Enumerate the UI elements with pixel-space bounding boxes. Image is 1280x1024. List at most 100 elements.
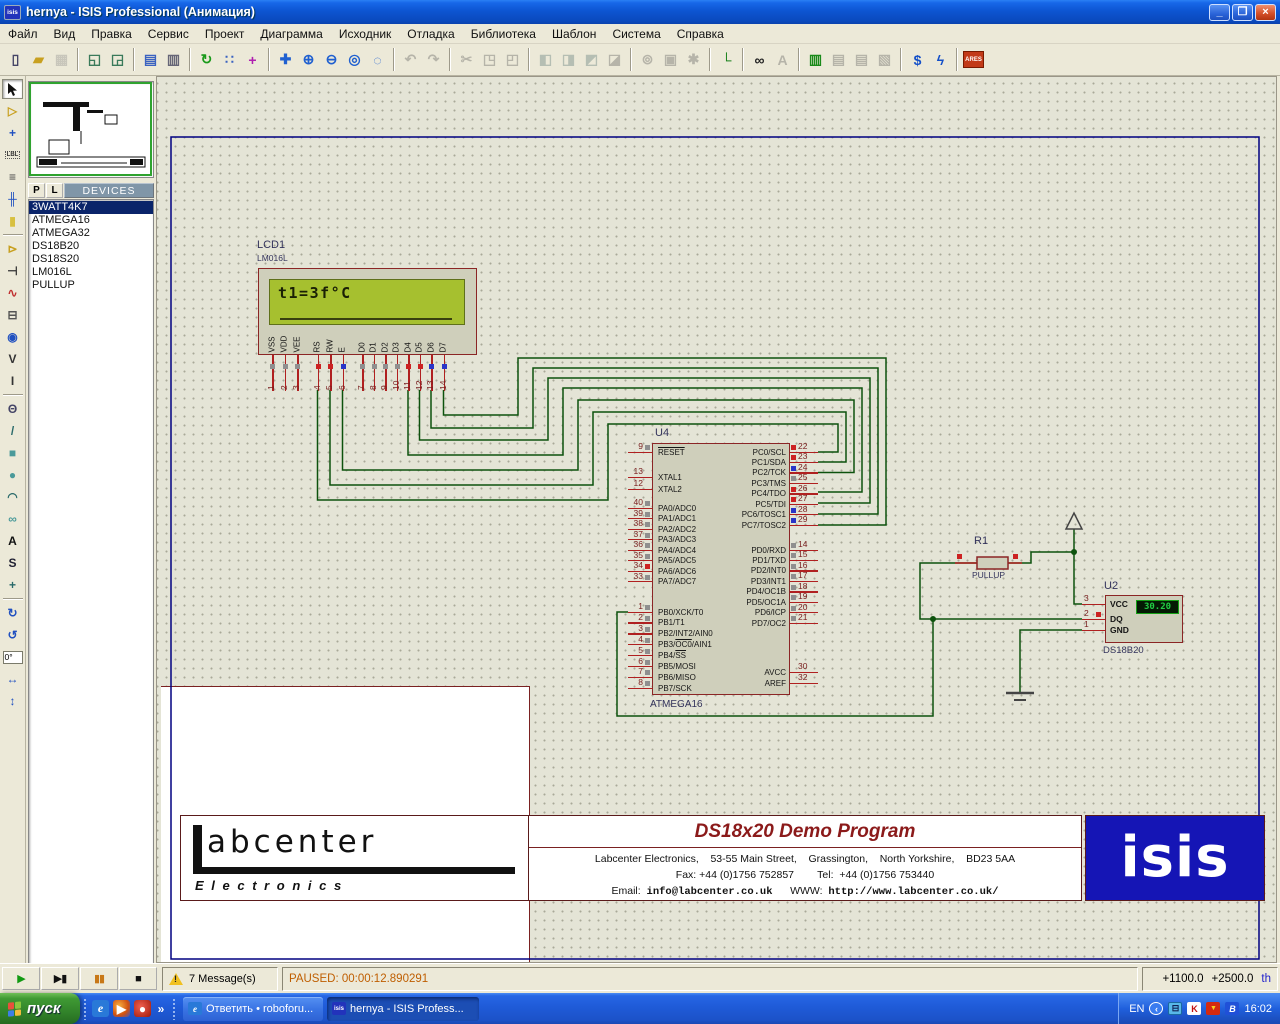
- menu-item-11[interactable]: Справка: [669, 25, 732, 43]
- device-item-3WATT4K7[interactable]: 3WATT4K7: [29, 201, 153, 214]
- menu-item-5[interactable]: Диаграмма: [252, 25, 330, 43]
- wire-label-tool-icon[interactable]: LBL: [2, 145, 23, 165]
- close-button[interactable]: ×: [1255, 4, 1276, 21]
- generator-tool-icon[interactable]: ◉: [2, 327, 23, 347]
- new-file-icon[interactable]: ▯: [4, 48, 27, 71]
- device-item-ATMEGA32[interactable]: ATMEGA32: [29, 227, 153, 240]
- print-icon[interactable]: ▤: [139, 48, 162, 71]
- rotate-ccw-icon[interactable]: ↺: [2, 625, 23, 645]
- toggle-grid-icon[interactable]: ∷: [218, 48, 241, 71]
- voltage-probe-tool-icon[interactable]: V: [2, 349, 23, 369]
- ie-quicklaunch-icon[interactable]: e: [92, 1000, 109, 1017]
- quicklaunch-more-icon[interactable]: »: [155, 1000, 167, 1017]
- language-indicator[interactable]: EN: [1129, 1003, 1144, 1015]
- maximize-button[interactable]: ❐: [1232, 4, 1253, 21]
- zoom-area-icon[interactable]: ◌: [366, 48, 389, 71]
- menu-item-8[interactable]: Библиотека: [463, 25, 544, 43]
- menu-item-6[interactable]: Исходник: [331, 25, 399, 43]
- zoom-out-icon[interactable]: ⊖: [320, 48, 343, 71]
- 2d-circle-tool-icon[interactable]: ●: [2, 465, 23, 485]
- junction-tool-icon[interactable]: +: [2, 123, 23, 143]
- wire-autorouter-icon[interactable]: └: [715, 48, 738, 71]
- stop-button[interactable]: ■: [119, 967, 157, 990]
- pause-button[interactable]: ▮▮: [80, 967, 118, 990]
- 2d-symbol-tool-icon[interactable]: S: [2, 553, 23, 573]
- selection-tool-icon[interactable]: [2, 79, 23, 99]
- design-explorer-icon[interactable]: ▥: [804, 48, 827, 71]
- subcircuit-tool-icon[interactable]: ▮: [2, 211, 23, 231]
- task-button-isis[interactable]: isis hernya - ISIS Profess...: [327, 997, 479, 1021]
- open-file-icon[interactable]: ▰: [27, 48, 50, 71]
- bill-of-materials-icon[interactable]: $: [906, 48, 929, 71]
- tape-recorder-tool-icon[interactable]: ⊟: [2, 305, 23, 325]
- hide-icons-icon[interactable]: ‹: [1149, 1002, 1163, 1015]
- text-script-tool-icon[interactable]: ≡: [2, 167, 23, 187]
- menu-item-7[interactable]: Отладка: [399, 25, 462, 43]
- origin-icon[interactable]: +: [241, 48, 264, 71]
- mirror-v-icon[interactable]: ↕: [2, 691, 23, 711]
- media-player-icon[interactable]: ▶: [113, 1000, 130, 1017]
- component-tool-icon[interactable]: ▷: [2, 101, 23, 121]
- resistor-body[interactable]: [977, 557, 1008, 569]
- ground-terminal[interactable]: [1006, 693, 1034, 700]
- device-item-DS18S20[interactable]: DS18S20: [29, 253, 153, 266]
- play-button[interactable]: ▶: [2, 967, 40, 990]
- library-button[interactable]: L: [46, 183, 63, 198]
- menu-item-2[interactable]: Правка: [83, 25, 140, 43]
- search-tag-icon[interactable]: ∞: [748, 48, 771, 71]
- instrument-tool-icon[interactable]: Θ: [2, 399, 23, 419]
- 2d-text-tool-icon[interactable]: A: [2, 531, 23, 551]
- device-list[interactable]: 3WATT4K7ATMEGA16ATMEGA32DS18B20DS18S20LM…: [28, 199, 154, 1024]
- terminal-tool-icon[interactable]: ⊳: [2, 239, 23, 259]
- vcc-power-terminal[interactable]: [1066, 513, 1082, 529]
- export-section-icon[interactable]: ◲: [106, 48, 129, 71]
- 2d-line-tool-icon[interactable]: /: [2, 421, 23, 441]
- toolbar-handle[interactable]: [83, 998, 87, 1020]
- device-item-PULLUP[interactable]: PULLUP: [29, 279, 153, 292]
- 2d-path-tool-icon[interactable]: ∞: [2, 509, 23, 529]
- menu-item-9[interactable]: Шаблон: [544, 25, 604, 43]
- pick-parts-button[interactable]: P: [28, 183, 45, 198]
- redraw-icon[interactable]: ↻: [195, 48, 218, 71]
- zoom-in-icon[interactable]: ⊕: [297, 48, 320, 71]
- menu-item-1[interactable]: Вид: [46, 25, 84, 43]
- import-section-icon[interactable]: ◱: [83, 48, 106, 71]
- netlist-to-ares-icon[interactable]: ARES: [962, 48, 985, 71]
- overview-minimap[interactable]: [28, 81, 154, 178]
- 2d-box-tool-icon[interactable]: ■: [2, 443, 23, 463]
- device-item-ATMEGA16[interactable]: ATMEGA16: [29, 214, 153, 227]
- menu-item-0[interactable]: Файл: [0, 25, 46, 43]
- device-item-DS18B20[interactable]: DS18B20: [29, 240, 153, 253]
- toolbar-separator: [189, 48, 191, 71]
- zoom-all-icon[interactable]: ◎: [343, 48, 366, 71]
- 2d-marker-tool-icon[interactable]: +: [2, 575, 23, 595]
- step-button[interactable]: ▶▮: [41, 967, 79, 990]
- bus-tool-icon[interactable]: ╫: [2, 189, 23, 209]
- minimize-button[interactable]: _: [1209, 4, 1230, 21]
- menu-item-3[interactable]: Сервис: [140, 25, 197, 43]
- rotate-cw-icon[interactable]: ↻: [2, 603, 23, 623]
- menu-item-4[interactable]: Проект: [197, 25, 253, 43]
- message-indicator[interactable]: 7 Message(s): [162, 967, 278, 991]
- electrical-rules-check-icon[interactable]: ϟ: [929, 48, 952, 71]
- task-button-browser[interactable]: e Ответить • roboforu...: [183, 997, 323, 1021]
- mirror-h-icon[interactable]: ↔: [2, 669, 23, 689]
- mcu-pin-label: PC3/TMS: [676, 479, 786, 489]
- bluetooth-icon[interactable]: B: [1225, 1002, 1239, 1015]
- 2d-arc-tool-icon[interactable]: ◠: [2, 487, 23, 507]
- browser-icon[interactable]: ●: [134, 1000, 151, 1017]
- menu-item-10[interactable]: Система: [604, 25, 668, 43]
- rotation-angle-input[interactable]: 0°: [3, 651, 23, 664]
- kaspersky-icon[interactable]: K: [1187, 1002, 1201, 1015]
- start-button[interactable]: пуск: [0, 993, 80, 1024]
- current-probe-tool-icon[interactable]: I: [2, 371, 23, 391]
- network-icon[interactable]: ⊟: [1168, 1002, 1182, 1015]
- toolbar-handle[interactable]: [172, 998, 176, 1020]
- download-manager-icon[interactable]: ▼: [1206, 1002, 1220, 1015]
- mark-output-area-icon[interactable]: ▥: [162, 48, 185, 71]
- device-pin-tool-icon[interactable]: ⊣: [2, 261, 23, 281]
- graph-tool-icon[interactable]: ∿: [2, 283, 23, 303]
- device-item-LM016L[interactable]: LM016L: [29, 266, 153, 279]
- angle-input-icon[interactable]: 0°: [2, 647, 23, 667]
- pan-icon[interactable]: ✚: [274, 48, 297, 71]
